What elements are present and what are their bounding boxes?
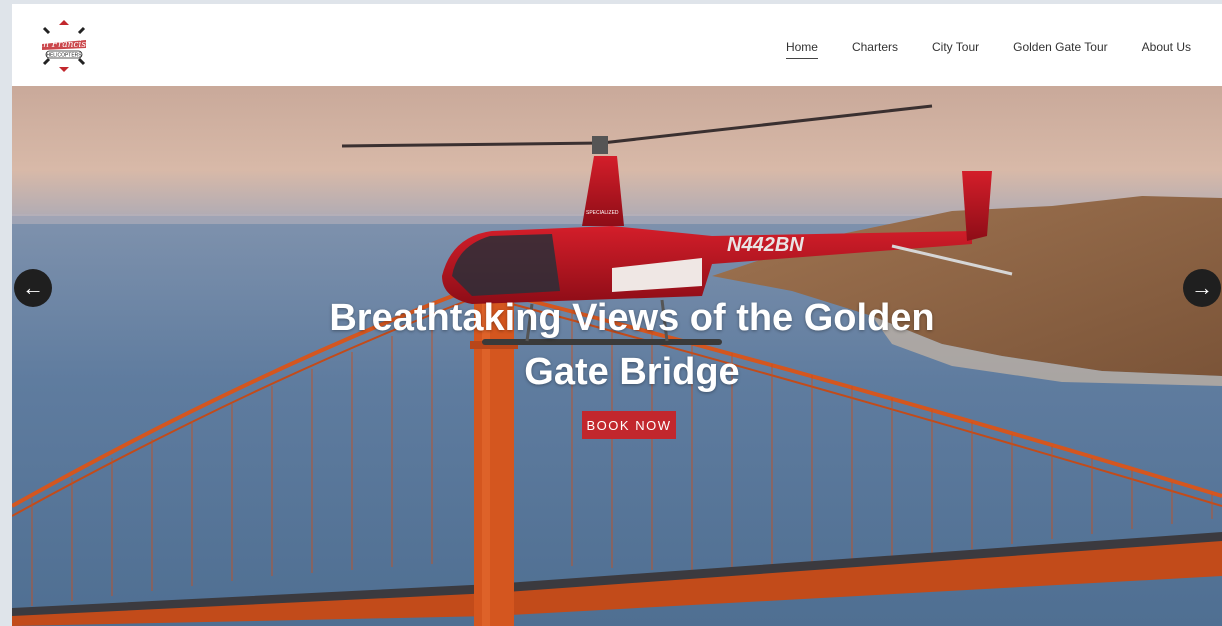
next-arrow-icon[interactable]: → [1183,269,1221,307]
main-nav: Home Charters City Tour Golden Gate Tour… [769,40,1208,59]
nav-city-tour[interactable]: City Tour [915,40,996,54]
svg-text:SPECIALIZED: SPECIALIZED [586,210,619,216]
book-now-button[interactable]: BOOK NOW [582,411,676,439]
site-logo[interactable]: San Francisco HELICOPTERS [36,18,92,74]
hero-title-line-1: Breathtaking Views of the Golden [329,297,935,339]
svg-text:San Francisco: San Francisco [36,40,92,50]
hero-slider: N442BN SPECIALIZED ← → Breathtaking View… [12,86,1222,626]
site-header: San Francisco HELICOPTERS Home Charters … [12,4,1222,86]
logo-emblem: San Francisco HELICOPTERS [36,20,92,72]
svg-text:HELICOPTERS: HELICOPTERS [46,53,82,59]
nav-about-us[interactable]: About Us [1125,40,1208,54]
prev-arrow-icon[interactable]: ← [14,269,52,307]
hero-title: Breathtaking Views of the Golden Gate Br… [282,291,982,399]
nav-golden-gate-tour[interactable]: Golden Gate Tour [996,40,1125,54]
hero-title-line-2: Gate Bridge [524,351,740,393]
svg-text:N442BN: N442BN [727,234,804,256]
browser-viewport: San Francisco HELICOPTERS Home Charters … [12,4,1222,626]
nav-charters[interactable]: Charters [835,40,915,54]
nav-home[interactable]: Home [769,40,835,59]
